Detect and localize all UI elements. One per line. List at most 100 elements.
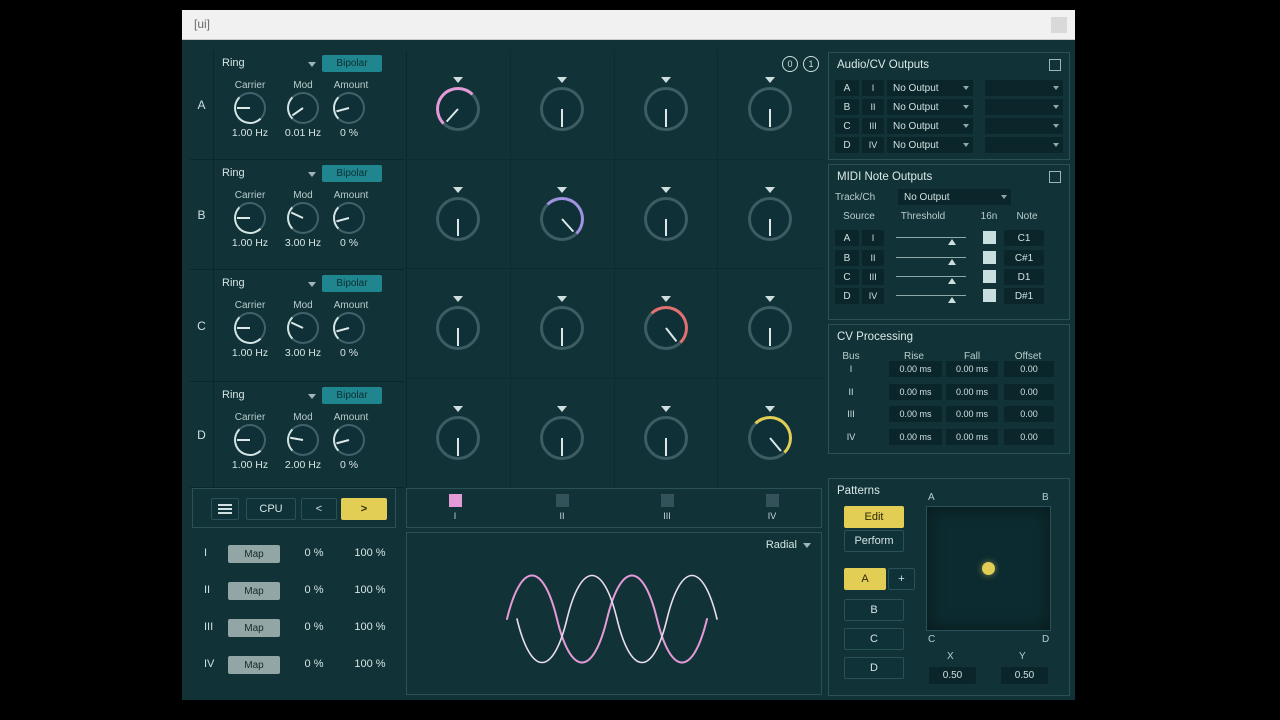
amount-value[interactable]: 0 % xyxy=(325,459,373,471)
amount-knob-d[interactable] xyxy=(333,424,365,456)
midi-numeral-ii[interactable]: II xyxy=(862,250,884,266)
next-button[interactable]: > xyxy=(341,498,387,520)
output-dropdown-d[interactable]: No Output xyxy=(887,137,973,153)
matrix-knob-c-iv[interactable] xyxy=(748,306,792,350)
pattern-slot-d[interactable]: D xyxy=(844,657,904,679)
fall-value[interactable]: 0.00 ms xyxy=(946,406,998,422)
pattern-slot-c[interactable]: C xyxy=(844,628,904,650)
fall-value[interactable]: 0.00 ms xyxy=(946,429,998,445)
matrix-knob-a-iii[interactable] xyxy=(644,87,688,131)
mode-select-d[interactable]: Ring xyxy=(222,389,322,404)
midi-numeral-iv[interactable]: IV xyxy=(862,288,884,304)
threshold-slider-a[interactable] xyxy=(896,230,966,246)
rise-value[interactable]: 0.00 ms xyxy=(889,384,942,400)
amount-value[interactable]: 0 % xyxy=(325,347,373,359)
matrix-knob-b-ii[interactable] xyxy=(540,197,584,241)
carrier-knob-b[interactable] xyxy=(234,202,266,234)
map-button-i[interactable]: Map xyxy=(228,545,280,563)
midi-letter-d[interactable]: D xyxy=(835,288,859,304)
pattern-slot-a[interactable]: A xyxy=(844,568,886,590)
bipolar-button-d[interactable]: Bipolar xyxy=(322,387,382,404)
bipolar-button-b[interactable]: Bipolar xyxy=(322,165,382,182)
mode-select-a[interactable]: Ring xyxy=(222,57,322,72)
section-toggle-icon[interactable] xyxy=(1049,59,1061,71)
zero-icon[interactable]: 0 xyxy=(782,56,798,72)
map-max-value[interactable]: 100 % xyxy=(342,584,398,596)
mode-select-c[interactable]: Ring xyxy=(222,277,322,292)
mod-knob-c[interactable] xyxy=(287,312,319,344)
carrier-value[interactable]: 1.00 Hz xyxy=(220,127,280,139)
midi-letter-c[interactable]: C xyxy=(835,269,859,285)
matrix-knob-c-i[interactable] xyxy=(436,306,480,350)
menu-button[interactable] xyxy=(211,498,239,520)
output-letter-d[interactable]: D xyxy=(835,137,859,153)
y-value[interactable]: 0.50 xyxy=(1001,667,1048,684)
pattern-slot-b[interactable]: B xyxy=(844,599,904,621)
mod-value[interactable]: 2.00 Hz xyxy=(275,459,331,471)
res-checkbox-c[interactable] xyxy=(983,270,996,283)
threshold-slider-c[interactable] xyxy=(896,269,966,285)
prev-button[interactable]: < xyxy=(301,498,337,520)
column-select-i[interactable] xyxy=(449,494,462,507)
channel-letter[interactable]: D xyxy=(190,382,214,487)
midi-numeral-iii[interactable]: III xyxy=(862,269,884,285)
midi-letter-b[interactable]: B xyxy=(835,250,859,266)
mod-value[interactable]: 3.00 Hz xyxy=(275,347,331,359)
matrix-knob-d-iii[interactable] xyxy=(644,416,688,460)
matrix-knob-d-iv[interactable] xyxy=(748,416,792,460)
output-dropdown-b[interactable]: No Output xyxy=(887,99,973,115)
mod-knob-b[interactable] xyxy=(287,202,319,234)
map-min-value[interactable]: 0 % xyxy=(288,621,340,633)
output-letter-a[interactable]: A xyxy=(835,80,859,96)
output-numeral-i[interactable]: I xyxy=(862,80,884,96)
rise-value[interactable]: 0.00 ms xyxy=(889,361,942,377)
note-value-c[interactable]: D1 xyxy=(1004,269,1044,285)
channel-letter[interactable]: C xyxy=(190,270,214,381)
output-letter-c[interactable]: C xyxy=(835,118,859,134)
matrix-knob-d-i[interactable] xyxy=(436,416,480,460)
map-button-ii[interactable]: Map xyxy=(228,582,280,600)
res-checkbox-d[interactable] xyxy=(983,289,996,302)
matrix-knob-b-i[interactable] xyxy=(436,197,480,241)
fall-value[interactable]: 0.00 ms xyxy=(946,384,998,400)
matrix-knob-a-i[interactable] xyxy=(436,87,480,131)
matrix-knob-a-iv[interactable] xyxy=(748,87,792,131)
threshold-slider-b[interactable] xyxy=(896,250,966,266)
matrix-knob-b-iv[interactable] xyxy=(748,197,792,241)
output-sub-dropdown-c[interactable] xyxy=(985,118,1063,134)
output-sub-dropdown-a[interactable] xyxy=(985,80,1063,96)
carrier-value[interactable]: 1.00 Hz xyxy=(220,347,280,359)
scope-mode-select[interactable]: Radial xyxy=(766,539,811,551)
note-value-a[interactable]: C1 xyxy=(1004,230,1044,246)
offset-value[interactable]: 0.00 xyxy=(1004,406,1054,422)
rise-value[interactable]: 0.00 ms xyxy=(889,406,942,422)
carrier-value[interactable]: 1.00 Hz xyxy=(220,237,280,249)
bipolar-button-c[interactable]: Bipolar xyxy=(322,275,382,292)
threshold-slider-d[interactable] xyxy=(896,288,966,304)
mode-select-b[interactable]: Ring xyxy=(222,167,322,182)
amount-knob-b[interactable] xyxy=(333,202,365,234)
matrix-knob-b-iii[interactable] xyxy=(644,197,688,241)
output-numeral-iv[interactable]: IV xyxy=(862,137,884,153)
output-numeral-iii[interactable]: III xyxy=(862,118,884,134)
output-letter-b[interactable]: B xyxy=(835,99,859,115)
output-numeral-ii[interactable]: II xyxy=(862,99,884,115)
map-max-value[interactable]: 100 % xyxy=(342,621,398,633)
mod-knob-d[interactable] xyxy=(287,424,319,456)
output-sub-dropdown-b[interactable] xyxy=(985,99,1063,115)
add-pattern-button[interactable]: + xyxy=(888,568,915,590)
x-value[interactable]: 0.50 xyxy=(929,667,976,684)
column-select-iv[interactable] xyxy=(766,494,779,507)
track-dropdown[interactable]: No Output xyxy=(898,189,1011,205)
map-min-value[interactable]: 0 % xyxy=(288,584,340,596)
map-min-value[interactable]: 0 % xyxy=(288,547,340,559)
map-min-value[interactable]: 0 % xyxy=(288,658,340,670)
output-dropdown-a[interactable]: No Output xyxy=(887,80,973,96)
carrier-knob-d[interactable] xyxy=(234,424,266,456)
perform-button[interactable]: Perform xyxy=(844,530,904,552)
amount-knob-c[interactable] xyxy=(333,312,365,344)
amount-value[interactable]: 0 % xyxy=(325,127,373,139)
rise-value[interactable]: 0.00 ms xyxy=(889,429,942,445)
res-checkbox-b[interactable] xyxy=(983,251,996,264)
column-select-ii[interactable] xyxy=(556,494,569,507)
